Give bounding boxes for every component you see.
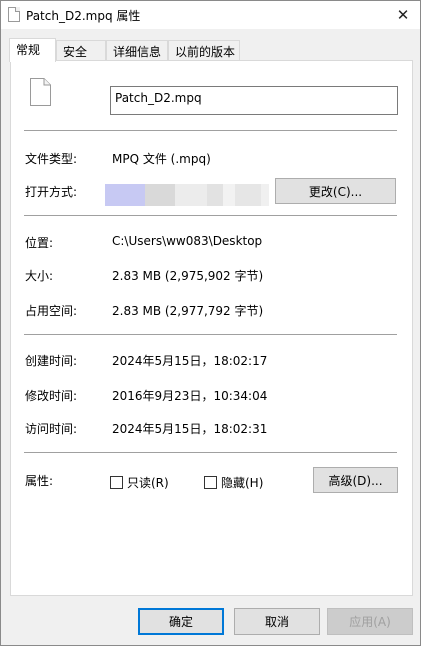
- general-panel: Patch_D2.mpq 文件类型: MPQ 文件 (.mpq) 打开方式: 更…: [10, 60, 413, 596]
- apply-button[interactable]: 应用(A): [327, 608, 413, 635]
- app-icon-block: [105, 184, 145, 206]
- document-icon: [30, 78, 51, 106]
- readonly-label: 只读(R): [127, 476, 169, 490]
- file-name-input[interactable]: Patch_D2.mpq: [110, 86, 398, 115]
- separator: [24, 452, 397, 453]
- readonly-checkbox[interactable]: 只读(R): [110, 474, 169, 491]
- separator: [24, 130, 397, 131]
- app-icon-block: [235, 184, 261, 206]
- close-button[interactable]: ✕: [386, 1, 420, 29]
- location-value: C:\Users\ww083\Desktop: [112, 234, 263, 248]
- location-label: 位置:: [25, 236, 54, 250]
- ok-button[interactable]: 确定: [138, 608, 224, 635]
- size-label: 大小:: [25, 269, 54, 283]
- hidden-checkbox[interactable]: 隐藏(H): [204, 474, 263, 491]
- app-icon-block: [207, 184, 223, 206]
- open-with-label: 打开方式:: [25, 185, 78, 199]
- app-icon-block: [261, 184, 269, 206]
- app-icon-block: [175, 184, 207, 206]
- accessed-label: 访问时间:: [25, 422, 78, 436]
- window-title: Patch_D2.mpq 属性: [26, 9, 141, 23]
- size-on-disk-value: 2.83 MB (2,977,792 字节): [112, 304, 264, 318]
- created-value: 2024年5月15日，18:02:17: [112, 354, 268, 368]
- tab-general[interactable]: 常规: [9, 38, 56, 62]
- properties-window: Patch_D2.mpq 属性 ✕ 常规 安全 详细信息 以前的版本 Patch…: [0, 0, 421, 646]
- open-with-app-icon: [105, 184, 269, 206]
- modified-value: 2016年9月23日，10:34:04: [112, 389, 268, 403]
- size-on-disk-label: 占用空间:: [25, 304, 78, 318]
- file-type-label: 文件类型:: [25, 152, 78, 166]
- size-value: 2.83 MB (2,975,902 字节): [112, 269, 264, 283]
- file-icon: [8, 7, 20, 22]
- checkbox-box[interactable]: [110, 476, 123, 489]
- created-label: 创建时间:: [25, 354, 78, 368]
- tab-security[interactable]: 安全: [56, 40, 106, 61]
- accessed-value: 2024年5月15日，18:02:31: [112, 422, 268, 436]
- change-button[interactable]: 更改(C)...: [275, 178, 396, 204]
- tab-previous-versions[interactable]: 以前的版本: [168, 40, 240, 61]
- modified-label: 修改时间:: [25, 389, 78, 403]
- attributes-label: 属性:: [25, 474, 54, 488]
- separator: [24, 334, 397, 335]
- advanced-button[interactable]: 高级(D)...: [313, 467, 398, 493]
- cancel-button[interactable]: 取消: [234, 608, 320, 635]
- hidden-label: 隐藏(H): [221, 476, 264, 490]
- app-icon-block: [145, 184, 175, 206]
- tab-details[interactable]: 详细信息: [106, 40, 168, 61]
- checkbox-box[interactable]: [204, 476, 217, 489]
- separator: [24, 215, 397, 216]
- title-bar[interactable]: Patch_D2.mpq 属性 ✕: [1, 1, 420, 29]
- file-type-value: MPQ 文件 (.mpq): [112, 152, 211, 166]
- app-icon-block: [223, 184, 235, 206]
